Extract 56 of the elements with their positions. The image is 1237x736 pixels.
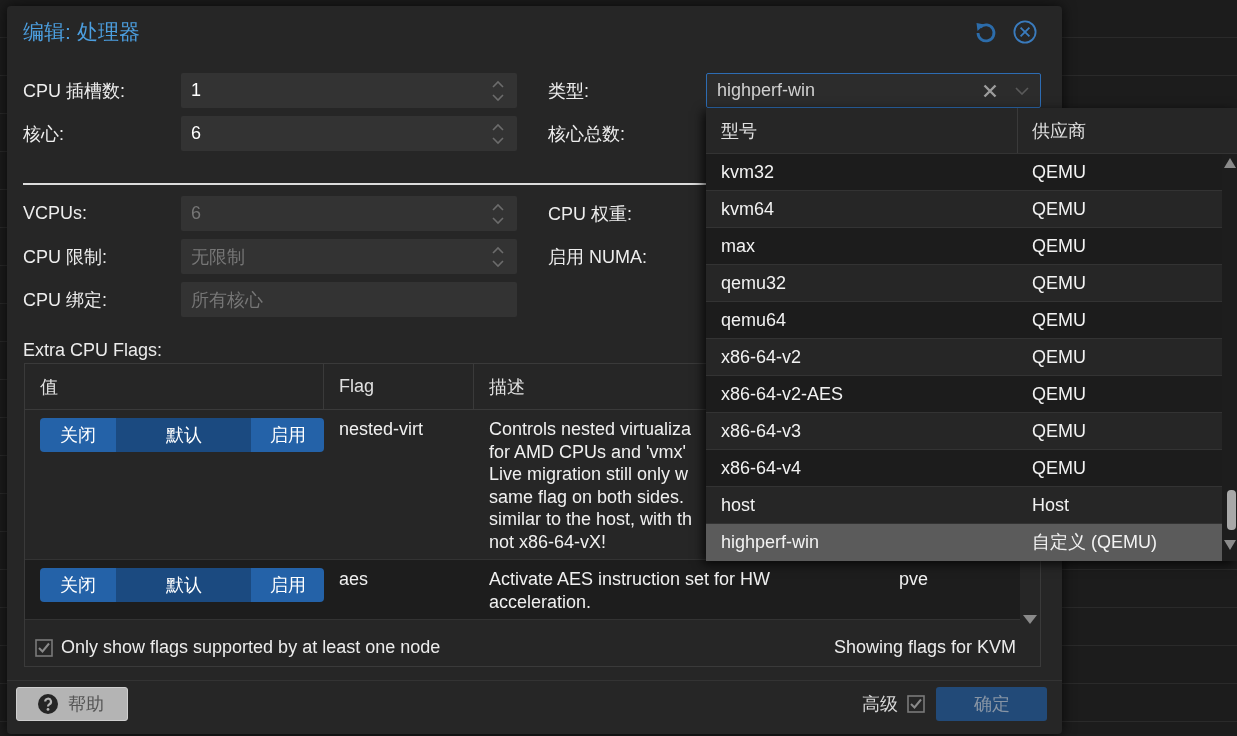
field-label: CPU 插槽数: xyxy=(23,79,125,103)
cpu-type-option[interactable]: host Host xyxy=(706,487,1222,524)
flag-value-option[interactable]: 关闭 xyxy=(40,568,116,602)
scroll-down-icon[interactable] xyxy=(1223,540,1236,550)
field-label: CPU 限制: xyxy=(23,245,107,269)
flag-description: Controls nested virtualiza for AMD CPUs and 'vmx' Live migration still only w same flag on both sides. similar to the host, with th not x86-64-vX! xyxy=(489,418,693,553)
column-header[interactable]: Flag xyxy=(339,376,374,397)
table-text: pve xyxy=(899,568,929,591)
flag-description: Activate AES instruction set for HW acceleration. xyxy=(489,568,771,613)
scrollbar[interactable] xyxy=(1222,154,1237,561)
cpu-type-option[interactable]: max QEMU xyxy=(706,228,1222,265)
flag-value-option[interactable]: 默认 xyxy=(116,568,251,602)
checkbox-label: 高级 xyxy=(862,693,898,716)
scrollbar-thumb[interactable] xyxy=(1226,490,1236,530)
section-label: Extra CPU Flags: xyxy=(23,339,163,361)
field-label: 核心总数: xyxy=(548,122,625,146)
cpu-type-option[interactable]: x86-64-v3 QEMU xyxy=(706,413,1222,450)
cpu-type-option[interactable]: kvm32 QEMU xyxy=(706,154,1222,191)
field-label: 核心: xyxy=(23,122,64,146)
cpu-type-option[interactable]: qemu32 QEMU xyxy=(706,265,1222,302)
column-header[interactable]: 供应商 xyxy=(1032,118,1086,143)
cpu-type-option[interactable]: kvm64 QEMU xyxy=(706,191,1222,228)
close-icon[interactable] xyxy=(1013,20,1037,44)
column-header[interactable]: 型号 xyxy=(721,118,757,143)
field-label: 类型: xyxy=(548,79,589,103)
field-label: VCPUs: xyxy=(23,203,87,224)
number-field[interactable]: 1 xyxy=(181,73,517,108)
scroll-down-icon[interactable] xyxy=(1023,615,1037,624)
checkbox-label: Only show flags supported by at least one node xyxy=(61,637,441,658)
column-header[interactable]: 描述 xyxy=(489,374,525,399)
cpu-type-option[interactable]: qemu64 QEMU xyxy=(706,302,1222,339)
reset-icon[interactable] xyxy=(974,20,998,44)
clear-icon[interactable] xyxy=(983,83,997,98)
column-header[interactable]: 值 xyxy=(40,374,58,399)
cpu-type-option[interactable]: x86-64-v2-AES QEMU xyxy=(706,376,1222,413)
help-button[interactable]: 帮助 xyxy=(16,687,128,721)
flag-name: nested-virt xyxy=(339,418,424,441)
cpu-type-option[interactable]: highperf-win 自定义 (QEMU) xyxy=(706,524,1222,561)
field-label: CPU 权重: xyxy=(548,202,632,226)
flag-value-option[interactable]: 启用 xyxy=(251,418,324,452)
field-label: CPU 绑定: xyxy=(23,288,107,312)
status-text: Showing flags for KVM xyxy=(833,637,1016,658)
number-field[interactable]: 6 xyxy=(181,116,517,151)
field-label: 启用 NUMA: xyxy=(548,245,647,269)
cpu-type-option[interactable]: x86-64-v4 QEMU xyxy=(706,450,1222,487)
flag-value-option[interactable]: 启用 xyxy=(251,568,324,602)
flag-value-option[interactable]: 关闭 xyxy=(40,418,116,452)
cpu-type-option[interactable]: x86-64-v2 QEMU xyxy=(706,339,1222,376)
checkbox[interactable] xyxy=(35,638,53,657)
dialog-title: 编辑: 处理器 xyxy=(23,19,140,45)
combo-field[interactable]: highperf-win xyxy=(706,73,1041,108)
flag-value-option[interactable]: 默认 xyxy=(116,418,251,452)
checkbox[interactable] xyxy=(907,695,925,713)
scroll-up-icon[interactable] xyxy=(1223,158,1236,168)
help-icon xyxy=(38,694,58,714)
flag-name: aes xyxy=(339,568,369,591)
